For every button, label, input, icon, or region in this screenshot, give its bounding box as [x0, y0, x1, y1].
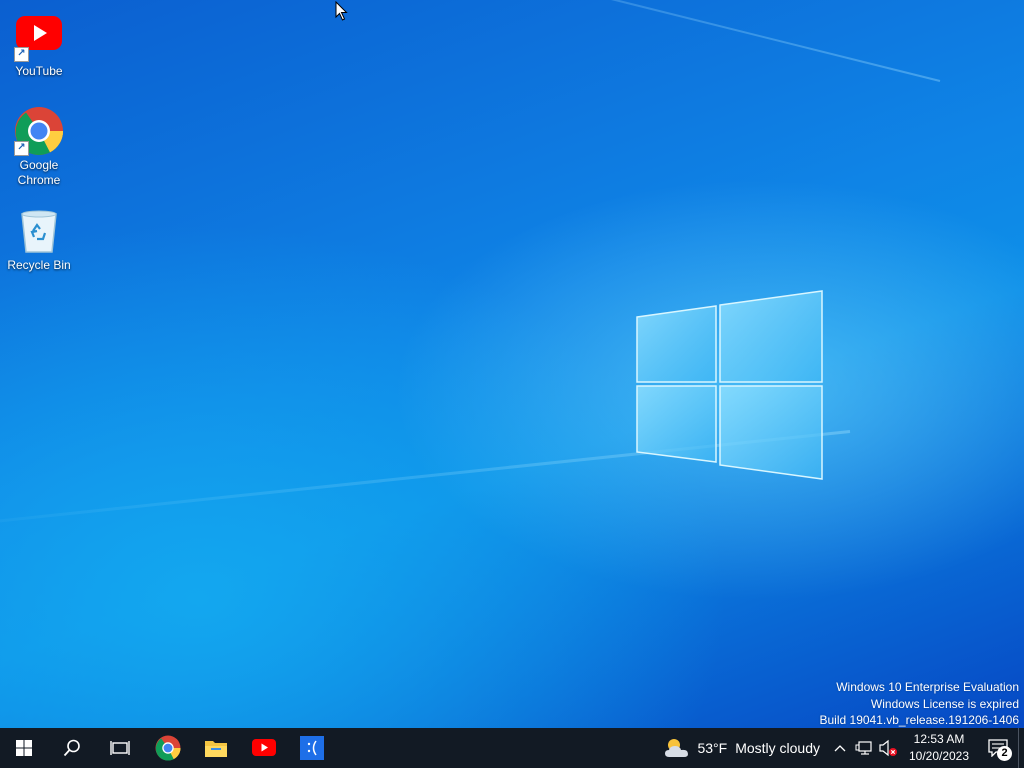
task-view-button[interactable] [96, 728, 144, 768]
taskbar-app-sad-face[interactable] [288, 728, 336, 768]
mouse-pointer-icon [335, 0, 349, 22]
youtube-icon: ↗ [14, 12, 64, 62]
show-hidden-icons-button[interactable] [828, 728, 852, 768]
desktop-icon-chrome[interactable]: ↗ Google Chrome [1, 106, 77, 188]
clock-date: 10/20/2023 [908, 749, 970, 763]
taskbar-chrome[interactable] [144, 728, 192, 768]
speaker-muted-icon [879, 739, 897, 757]
desktop-icon-label: Recycle Bin [7, 258, 71, 272]
taskbar-file-explorer[interactable] [192, 728, 240, 768]
taskbar-youtube[interactable] [240, 728, 288, 768]
network-ethernet-icon [855, 741, 872, 755]
windows-logo-wallpaper [636, 290, 823, 480]
clock[interactable]: 12:53 AM 10/20/2023 [900, 731, 978, 765]
network-status-button[interactable] [852, 728, 876, 768]
start-button[interactable] [0, 728, 48, 768]
clock-time: 12:53 AM [913, 732, 965, 746]
watermark-license: Windows License is expired [870, 696, 1019, 711]
file-explorer-icon [205, 741, 227, 757]
start-icon [16, 740, 32, 756]
shortcut-arrow-icon: ↗ [14, 141, 29, 156]
weather-widget[interactable]: 53°F Mostly cloudy [657, 728, 828, 768]
search-button[interactable] [48, 728, 96, 768]
action-center-button[interactable]: 2 [978, 728, 1018, 768]
light-beam [0, 0, 941, 82]
taskbar: 53°F Mostly cloudy 12:53 AM 10/20/2023 2 [0, 728, 1024, 768]
weather-temperature: 53°F [697, 740, 728, 756]
volume-button[interactable] [876, 728, 900, 768]
weather-condition: Mostly cloudy [735, 740, 820, 756]
watermark-edition: Windows 10 Enterprise Evaluation [836, 680, 1019, 694]
system-tray: 53°F Mostly cloudy 12:53 AM 10/20/2023 2 [657, 728, 1024, 768]
recycle-bin-icon [14, 206, 64, 256]
show-desktop-button[interactable] [1018, 728, 1024, 768]
task-view-icon [110, 741, 130, 755]
desktop-icon-label: Google Chrome [17, 158, 61, 187]
partly-cloudy-icon [665, 739, 689, 757]
youtube-icon [252, 739, 276, 756]
desktop-icon-label: YouTube [15, 64, 63, 78]
desktop-icon-youtube[interactable]: ↗ YouTube [1, 12, 77, 79]
notification-count-badge: 2 [997, 746, 1012, 761]
chevron-up-icon [834, 745, 846, 752]
desktop[interactable]: ↗ YouTube ↗ Google Chrome Recycle Bin Wi… [0, 0, 1024, 728]
sad-face-app-icon [300, 736, 324, 760]
search-icon [63, 739, 80, 757]
desktop-icon-recycle-bin[interactable]: Recycle Bin [1, 206, 77, 273]
chrome-icon: ↗ [14, 106, 64, 156]
watermark-build: Build 19041.vb_release.191206-1406 [819, 713, 1020, 727]
shortcut-arrow-icon: ↗ [14, 47, 29, 62]
activation-watermark: Windows 10 Enterprise Evaluation Windows… [820, 679, 1020, 728]
chrome-icon [155, 735, 181, 761]
